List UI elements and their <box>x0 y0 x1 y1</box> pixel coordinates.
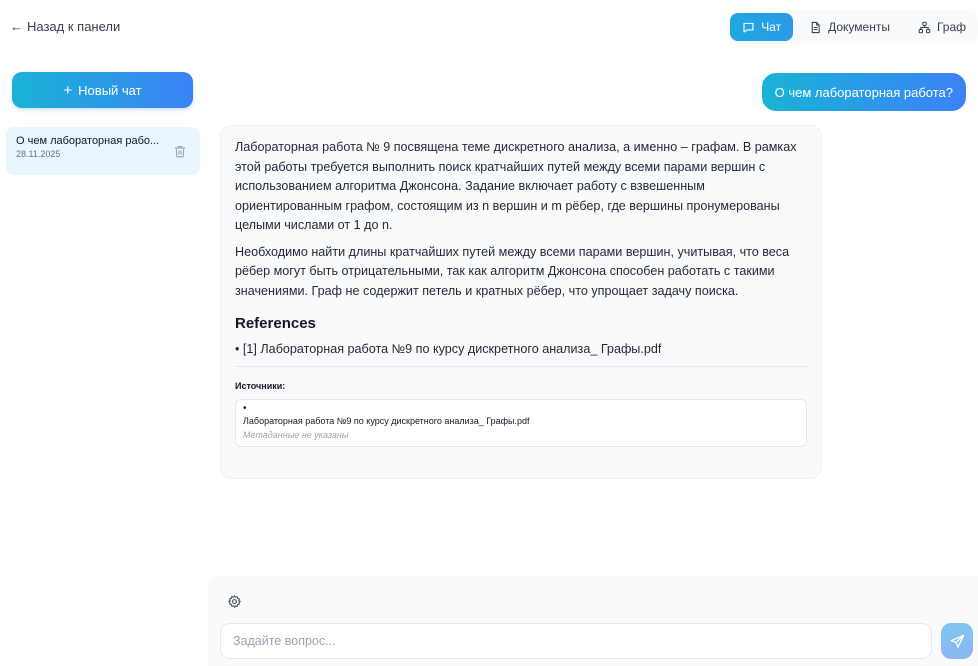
chat-item-title: О чем лабораторная рабо... <box>16 135 160 147</box>
tab-chat-label: Чат <box>761 20 782 34</box>
divider <box>235 366 807 367</box>
sources-label: Источники: <box>235 381 286 391</box>
source-metadata: Метаданные не указаны <box>243 430 349 440</box>
graph-icon <box>918 21 931 33</box>
source-bullet: • <box>243 403 247 414</box>
gear-icon[interactable] <box>227 594 242 609</box>
message-composer <box>208 576 978 666</box>
plus-icon: + <box>63 81 73 99</box>
references-list: [1] Лабораторная работа №9 по курсу диск… <box>235 342 807 356</box>
chat-list-item[interactable]: О чем лабораторная рабо... 28.11.2025 <box>6 127 200 175</box>
user-message-text: О чем лабораторная работа? <box>774 84 953 100</box>
references-heading: References <box>235 315 316 332</box>
document-icon <box>811 21 820 33</box>
tab-graph-label: Граф <box>936 20 966 34</box>
trash-icon[interactable] <box>174 145 186 158</box>
question-input[interactable] <box>220 623 932 659</box>
source-card[interactable]: • Лабораторная работа №9 по курсу дискре… <box>235 399 807 447</box>
answer-paragraph: Лабораторная работа № 9 посвящена теме д… <box>235 140 797 232</box>
chat-icon <box>743 22 754 33</box>
tab-documents[interactable]: Документы <box>797 13 902 41</box>
user-message: О чем лабораторная работа? <box>761 73 966 111</box>
new-chat-label: Новый чат <box>78 82 142 98</box>
send-button[interactable] <box>941 623 973 659</box>
tab-graph[interactable]: Граф <box>906 13 978 41</box>
reference-item: [1] Лабораторная работа №9 по курсу диск… <box>235 342 807 356</box>
send-icon <box>950 634 964 648</box>
back-link-label: Назад к панели <box>27 19 121 34</box>
source-title: Лабораторная работа №9 по курсу дискретн… <box>243 416 530 426</box>
tab-documents-label: Документы <box>828 20 890 34</box>
answer-paragraph: Необходимо найти длины кратчайших путей … <box>235 244 790 298</box>
arrow-left-icon: ← <box>10 19 23 34</box>
tab-chat[interactable]: Чат <box>730 13 794 41</box>
assistant-answer-card: Лабораторная работа № 9 посвящена теме д… <box>220 125 822 479</box>
back-to-dashboard-link[interactable]: ← Назад к панели <box>10 19 120 34</box>
new-chat-button[interactable]: + Новый чат <box>12 72 193 108</box>
chat-item-date: 28.11.2025 <box>16 149 61 159</box>
view-tabs: Чат Документы Граф <box>730 10 978 44</box>
